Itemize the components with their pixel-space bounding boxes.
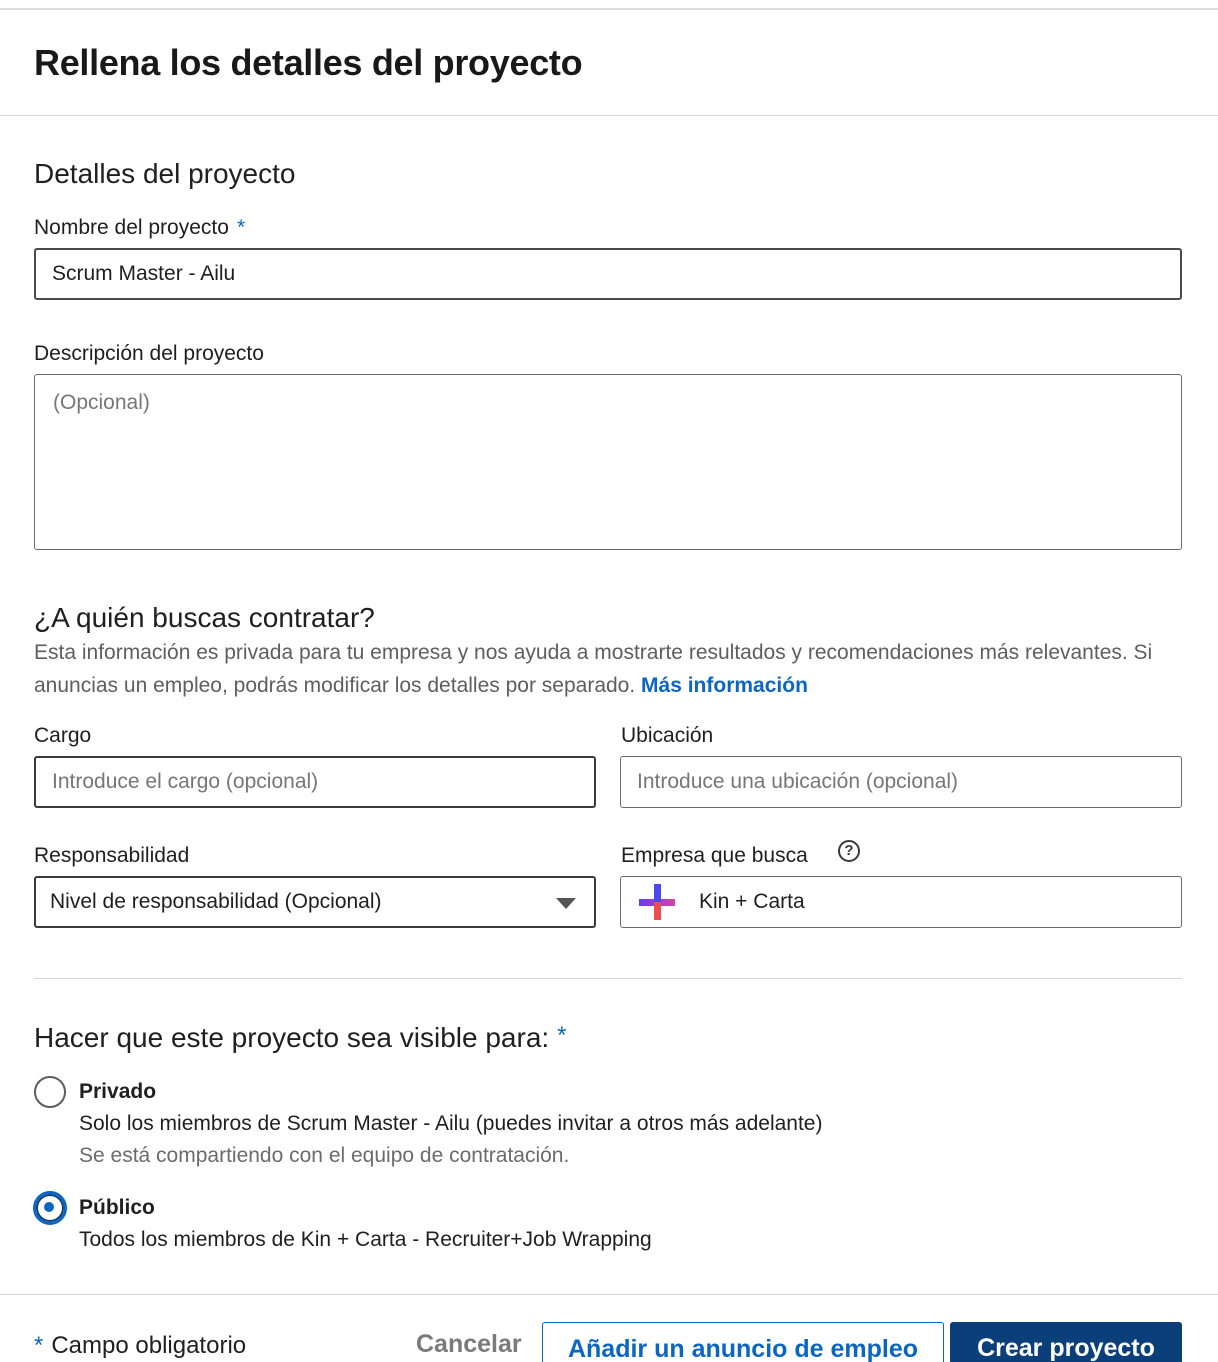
project-description-label: Descripción del proyecto (34, 342, 264, 365)
section-title-project-details: Detalles del proyecto (34, 158, 296, 189)
company-label: Empresa que busca (621, 844, 808, 867)
footer-divider (0, 1294, 1218, 1295)
visibility-title-text: Hacer que este proyecto sea visible para… (34, 1022, 550, 1053)
company-field[interactable]: Kin + Carta (620, 876, 1182, 928)
project-name-input[interactable] (34, 248, 1182, 300)
hiring-help-text-body: Esta información es privada para tu empr… (34, 641, 1153, 697)
radio-private-sub: Se está compartiendo con el equipo de co… (79, 1144, 570, 1167)
company-logo-icon (639, 884, 675, 920)
section-title-visibility: Hacer que este proyecto sea visible para… (34, 1022, 567, 1054)
company-field-value: Kin + Carta (699, 890, 805, 913)
page-title: Rellena los detalles del proyecto (34, 42, 583, 83)
required-asterisk: * (236, 216, 246, 239)
radio-private-description: Solo los miembros de Scrum Master - Ailu… (79, 1112, 823, 1135)
cancel-button[interactable]: Cancelar (416, 1330, 522, 1359)
section-divider (34, 978, 1182, 979)
responsibility-select-value: Nivel de responsabilidad (Opcional) (50, 890, 382, 913)
section-title-hiring: ¿A quién buscas contratar? (34, 602, 375, 633)
cargo-label: Cargo (34, 724, 92, 747)
required-field-note: * Campo obligatorio (34, 1332, 246, 1360)
location-label: Ubicación (621, 724, 714, 747)
create-project-label: Crear proyecto (977, 1334, 1155, 1362)
create-project-button[interactable]: Crear proyecto (950, 1322, 1182, 1362)
project-description-textarea[interactable] (34, 374, 1182, 550)
question-circle-icon[interactable]: ? (838, 840, 860, 862)
required-field-note-text: Campo obligatorio (51, 1332, 247, 1359)
radio-public[interactable] (33, 1191, 67, 1225)
add-job-posting-button[interactable]: Añadir un anuncio de empleo (542, 1322, 944, 1362)
hiring-help-text: Esta información es privada para tu empr… (34, 636, 1184, 702)
responsibility-select[interactable]: Nivel de responsabilidad (Opcional) (34, 876, 596, 928)
required-asterisk: * (557, 1022, 567, 1049)
cargo-input[interactable] (34, 756, 596, 808)
modal-header: Rellena los detalles del proyecto (0, 10, 1218, 116)
project-name-label: Nombre del proyecto * (34, 216, 245, 240)
project-name-label-text: Nombre del proyecto (34, 216, 229, 239)
radio-private[interactable] (34, 1076, 66, 1108)
radio-public-description: Todos los miembros de Kin + Carta - Recr… (79, 1228, 652, 1251)
chevron-down-icon (556, 898, 576, 909)
radio-private-title[interactable]: Privado (79, 1080, 156, 1104)
more-info-link[interactable]: Más información (641, 674, 808, 697)
location-input[interactable] (620, 756, 1182, 808)
required-asterisk: * (34, 1332, 44, 1359)
responsibility-label: Responsabilidad (34, 844, 190, 867)
add-job-posting-label: Añadir un anuncio de empleo (567, 1335, 919, 1362)
radio-public-title[interactable]: Público (79, 1196, 155, 1220)
